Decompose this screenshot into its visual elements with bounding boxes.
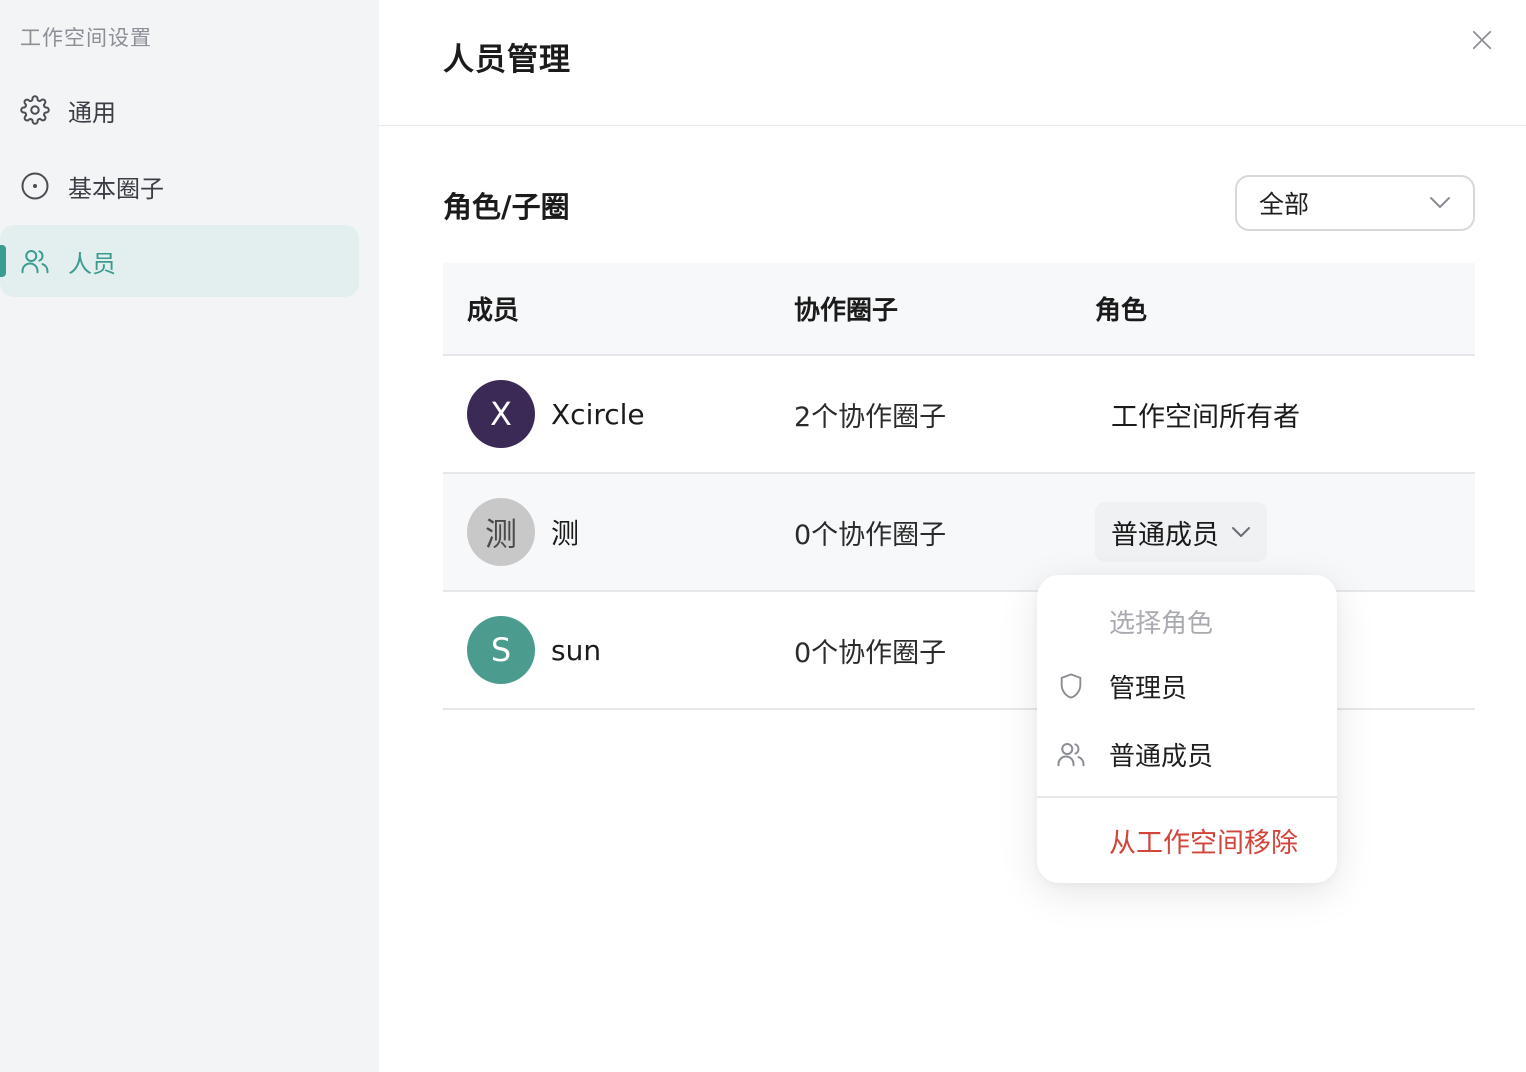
close-button[interactable] — [1468, 26, 1496, 54]
sidebar-item-members[interactable]: 人员 — [0, 225, 359, 297]
role-filter-select[interactable]: 全部 — [1235, 175, 1475, 231]
column-header-circles: 协作圈子 — [794, 296, 899, 326]
role-option-admin[interactable]: 管理员 — [1037, 656, 1337, 716]
role-label: 工作空间所有者 — [1111, 401, 1300, 433]
close-icon — [1472, 30, 1492, 50]
remove-from-workspace-button[interactable]: 从工作空间移除 — [1109, 821, 1298, 860]
chevron-down-icon — [1429, 196, 1451, 210]
table-header: 成员 协作圈子 角色 — [443, 263, 1475, 356]
sidebar-item-basic-circle[interactable]: 基本圈子 — [0, 150, 359, 222]
member-cell: 测 测 — [467, 474, 579, 590]
sidebar-item-general[interactable]: 通用 — [0, 74, 359, 146]
circle-count: 2个协作圈子 — [794, 401, 947, 433]
member-cell: X Xcircle — [467, 356, 645, 472]
dropdown-divider — [1037, 796, 1337, 798]
sidebar-item-label: 通用 — [68, 98, 116, 127]
avatar: S — [467, 616, 535, 684]
circles-cell: 0个协作圈子 — [794, 592, 946, 708]
page-title: 人员管理 — [443, 42, 571, 78]
circle-dot-icon — [20, 171, 50, 201]
circles-cell: 0个协作圈子 — [794, 474, 946, 590]
table-row: X Xcircle 2个协作圈子 工作空间所有者 — [443, 356, 1475, 474]
role-option-label: 普通成员 — [1109, 741, 1214, 772]
avatar: X — [467, 380, 535, 448]
sidebar-item-label: 基本圈子 — [68, 174, 164, 203]
member-name: 测 — [551, 517, 580, 550]
chevron-down-icon — [1231, 526, 1251, 538]
role-cell: 工作空间所有者 — [1095, 356, 1300, 472]
sidebar-item-label: 人员 — [68, 249, 116, 278]
table-row: 测 测 0个协作圈子 普通成员 — [443, 474, 1475, 592]
role-dropdown-menu: 选择角色 管理员 普通成员 从工作空间移除 — [1037, 575, 1337, 883]
shield-icon — [1055, 670, 1087, 702]
member-cell: S sun — [467, 592, 601, 708]
header-divider — [379, 125, 1526, 126]
role-option-label: 管理员 — [1109, 673, 1188, 704]
filter-selected-value: 全部 — [1259, 190, 1310, 219]
sidebar: 工作空间设置 通用 基本圈子 人员 — [0, 0, 379, 1072]
column-header-member: 成员 — [467, 296, 520, 326]
sidebar-title: 工作空间设置 — [20, 26, 152, 50]
member-name: sun — [551, 633, 602, 667]
users-icon — [1055, 738, 1087, 770]
circles-cell: 2个协作圈子 — [794, 356, 946, 472]
main-panel: 人员管理 角色/子圈 全部 成员 协作圈子 角色 X Xcircle 2个协作圈… — [379, 0, 1526, 1072]
role-cell: 普通成员 — [1095, 474, 1267, 590]
role-select[interactable]: 普通成员 — [1095, 502, 1267, 562]
member-name: Xcircle — [551, 397, 645, 431]
circle-count: 0个协作圈子 — [794, 519, 947, 551]
role-option-member[interactable]: 普通成员 — [1037, 724, 1337, 784]
avatar: 测 — [467, 498, 535, 566]
gear-icon — [20, 95, 50, 125]
users-icon — [20, 246, 50, 276]
role-selected-value: 普通成员 — [1111, 519, 1219, 551]
section-title: 角色/子圈 — [443, 190, 570, 224]
column-header-role: 角色 — [1095, 296, 1148, 326]
dropdown-header: 选择角色 — [1109, 609, 1214, 639]
circle-count: 0个协作圈子 — [794, 637, 947, 669]
workspace-settings-window: 工作空间设置 通用 基本圈子 人员 人员管理 角色/子圈 全部 成员 协作圈子 … — [0, 0, 1526, 1072]
